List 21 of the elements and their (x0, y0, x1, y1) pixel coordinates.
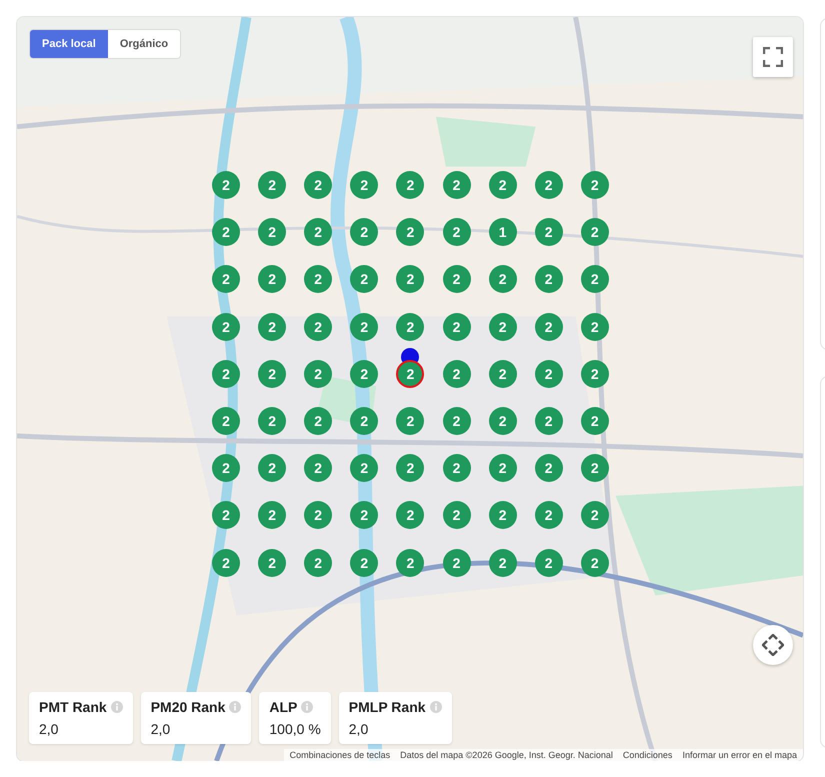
stat-value: 100,0 % (269, 721, 321, 737)
stat-label: PM20 Rank (150, 699, 226, 715)
info-icon[interactable] (110, 701, 123, 713)
attribution-link[interactable]: Combinaciones de teclas (290, 750, 390, 760)
fullscreen-button[interactable] (753, 37, 793, 77)
attribution-link[interactable]: Informar un error en el mapa (682, 750, 797, 760)
move-icon (762, 634, 784, 656)
info-icon[interactable] (301, 701, 314, 713)
map-tab[interactable]: Pack local (30, 30, 108, 58)
info-icon[interactable] (430, 701, 442, 713)
stat-value: 2,0 (348, 721, 370, 737)
map-tab[interactable]: Orgánico (108, 30, 180, 58)
attribution-link[interactable]: Datos del mapa ©2026 Google, Inst. Geogr. Nacional (400, 750, 613, 760)
stat-value: 2,0 (39, 721, 60, 737)
stat-label: PMLP Rank (348, 699, 426, 715)
stat-label: PMT Rank (39, 699, 107, 715)
stat-value: 2,0 (150, 721, 172, 737)
fullscreen-icon (763, 47, 783, 67)
info-icon[interactable] (229, 701, 242, 713)
attribution-link[interactable]: Condiciones (622, 750, 672, 760)
stat-label: ALP (269, 699, 298, 715)
